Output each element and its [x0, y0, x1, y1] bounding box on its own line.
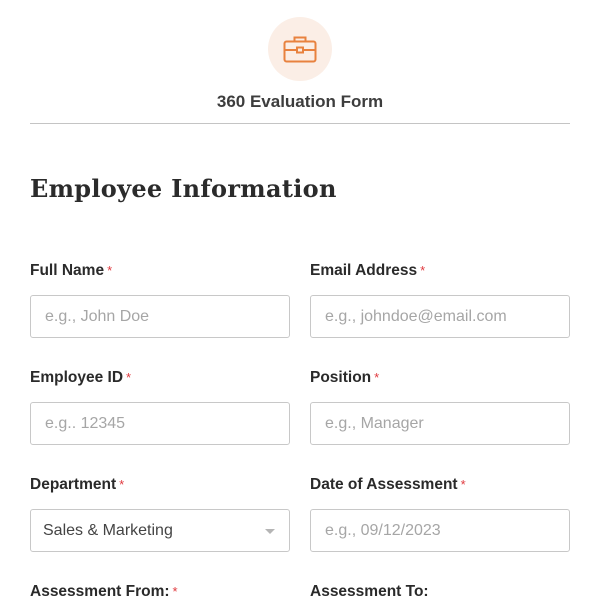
position-placeholder: e.g., Manager: [325, 414, 424, 432]
email-label: Email Address *: [310, 261, 570, 281]
department-select[interactable]: Sales & Marketing: [30, 509, 290, 552]
email-input[interactable]: e.g., johndoe@email.com: [310, 295, 570, 338]
chevron-down-icon[interactable]: [265, 529, 275, 534]
required-marker: *: [126, 370, 132, 385]
employee-id-label-text: Employee ID: [30, 369, 124, 386]
full-name-placeholder: e.g., John Doe: [45, 307, 150, 325]
full-name-label: Full Name *: [30, 261, 290, 281]
position-input[interactable]: e.g., Manager: [310, 402, 570, 445]
employee-id-input[interactable]: e.g.. 12345: [30, 402, 290, 445]
employee-id-placeholder: e.g.. 12345: [45, 414, 126, 432]
full-name-input[interactable]: e.g., John Doe: [30, 295, 290, 338]
assessment-to-label-text: Assessment To:: [310, 583, 429, 600]
assessment-from-label-text: Assessment From:: [30, 583, 170, 600]
full-name-label-text: Full Name: [30, 262, 105, 279]
required-marker: *: [119, 477, 125, 492]
department-selected-value: Sales & Marketing: [43, 521, 173, 539]
position-label: Position *: [310, 368, 570, 388]
department-field: Department * Sales & Marketing: [30, 475, 290, 552]
employee-id-label: Employee ID *: [30, 368, 290, 388]
required-marker: *: [107, 263, 113, 278]
employee-id-field: Employee ID * e.g.. 12345: [30, 368, 290, 445]
header-icon-badge: [268, 17, 332, 81]
form-title: 360 Evaluation Form: [216, 92, 384, 111]
date-of-assessment-label: Date of Assessment *: [310, 475, 570, 495]
date-of-assessment-input[interactable]: e.g., 09/12/2023: [310, 509, 570, 552]
required-marker: *: [172, 584, 178, 599]
position-field: Position * e.g., Manager: [310, 368, 570, 445]
required-marker: *: [460, 477, 466, 492]
email-placeholder: e.g., johndoe@email.com: [325, 307, 507, 325]
assessment-to-field: Assessment To:: [310, 582, 570, 602]
date-of-assessment-label-text: Date of Assessment: [310, 476, 458, 493]
department-label: Department *: [30, 475, 290, 495]
email-field: Email Address * e.g., johndoe@email.com: [310, 261, 570, 338]
section-title: Employee Information: [30, 174, 337, 203]
assessment-to-label: Assessment To:: [310, 582, 570, 602]
date-of-assessment-field: Date of Assessment * e.g., 09/12/2023: [310, 475, 570, 552]
assessment-from-field: Assessment From: *: [30, 582, 290, 602]
date-of-assessment-placeholder: e.g., 09/12/2023: [325, 521, 441, 539]
department-label-text: Department: [30, 476, 117, 493]
full-name-field: Full Name * e.g., John Doe: [30, 261, 290, 338]
assessment-from-label: Assessment From: *: [30, 582, 290, 602]
required-marker: *: [420, 263, 426, 278]
header-divider: [30, 123, 570, 124]
required-marker: *: [374, 370, 380, 385]
briefcase-icon: [283, 36, 317, 63]
position-label-text: Position: [310, 369, 372, 386]
email-label-text: Email Address: [310, 262, 418, 279]
